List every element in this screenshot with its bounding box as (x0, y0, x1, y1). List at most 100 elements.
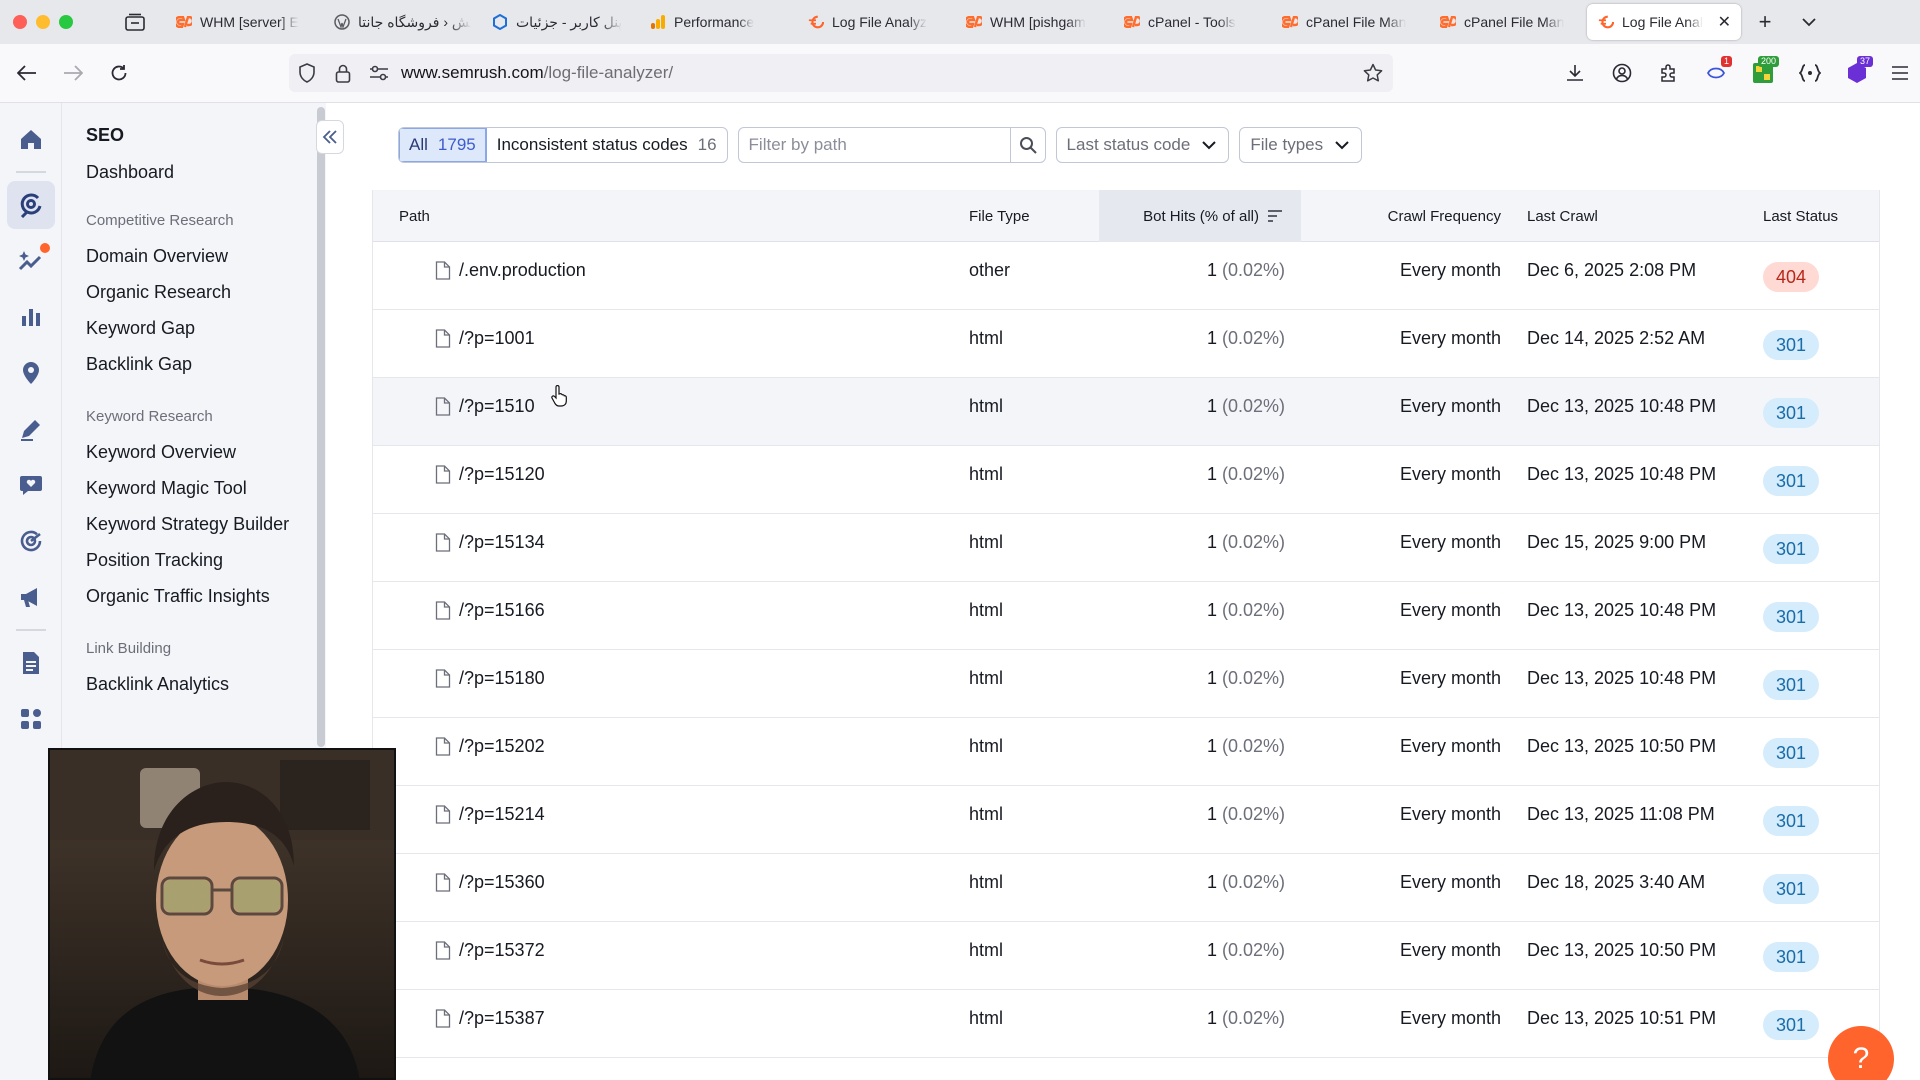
tab[interactable]: Log File Analyz (797, 4, 955, 40)
tracking-protection-shield-icon[interactable] (289, 54, 325, 92)
path-link[interactable]: /?p=15387 (459, 1008, 545, 1029)
column-header-crawl-frequency[interactable]: Crawl Frequency (1301, 190, 1501, 242)
sidebar-item-backlink-analytics[interactable]: Backlink Analytics (86, 671, 296, 697)
sidebar-item-keyword-magic-tool[interactable]: Keyword Magic Tool (86, 475, 296, 501)
sidebar-item-position-tracking[interactable]: Position Tracking (86, 547, 296, 573)
list-all-tabs-button[interactable] (1789, 0, 1829, 44)
path-cell[interactable]: /.env.production (435, 242, 586, 298)
code-extension-button[interactable] (1786, 54, 1833, 92)
rail-ai[interactable] (0, 233, 62, 289)
table-row[interactable]: /?p=15166 html 1 (0.02%) Every month Dec 13, … (373, 582, 1879, 650)
table-row[interactable]: /?p=1510 html 1 (0.02%) Every month Dec 13, 2… (373, 378, 1879, 446)
path-cell[interactable]: /?p=15134 (435, 514, 545, 570)
path-cell[interactable]: /?p=15180 (435, 650, 545, 706)
green-extension-button[interactable]: 200 (1739, 54, 1786, 92)
app-menu-button[interactable] (1880, 54, 1920, 92)
rail-local[interactable] (0, 345, 62, 401)
path-cell[interactable]: /?p=15120 (435, 446, 545, 502)
lock-icon[interactable] (325, 54, 361, 92)
path-link[interactable]: /?p=15166 (459, 600, 545, 621)
new-tab-button[interactable]: + (1741, 0, 1789, 44)
zoom-window-button[interactable] (59, 15, 73, 29)
rail-ai-visibility[interactable] (0, 457, 62, 513)
table-row[interactable]: /?p=1001 html 1 (0.02%) Every month Dec 14, 2… (373, 310, 1879, 378)
path-cell[interactable]: /?p=15360 (435, 854, 545, 910)
path-link[interactable]: /?p=15372 (459, 940, 545, 961)
table-row[interactable]: /.env.production other 1 (0.02%) Every month… (373, 242, 1879, 310)
address-bar[interactable]: www.semrush.com/log-file-analyzer/ (289, 54, 1393, 92)
filter-search-button[interactable] (1009, 127, 1046, 163)
downloads-button[interactable] (1551, 54, 1598, 92)
tab[interactable]: cPanel File Man (1271, 4, 1429, 40)
tab[interactable]: پنل کاربر - جزئیات (481, 4, 639, 40)
table-row[interactable]: /?p=15134 html 1 (0.02%) Every month Dec 15, … (373, 514, 1879, 582)
rail-content[interactable] (0, 401, 62, 457)
table-row[interactable]: /?p=15202 html 1 (0.02%) Every month Dec 13, … (373, 718, 1879, 786)
path-link[interactable]: /?p=15120 (459, 464, 545, 485)
tab[interactable]: Performance (639, 4, 797, 40)
minimize-window-button[interactable] (36, 15, 50, 29)
tab-manager-icon[interactable] (105, 0, 165, 44)
path-cell[interactable]: /?p=15214 (435, 786, 545, 842)
collapse-sidebar-button[interactable] (316, 120, 344, 154)
close-tab-icon[interactable]: ✕ (1718, 12, 1731, 32)
path-link[interactable]: /?p=15360 (459, 872, 545, 893)
column-header-path[interactable]: Path (399, 190, 430, 242)
last-status-code-dropdown[interactable]: Last status code (1055, 127, 1230, 163)
path-cell[interactable]: /?p=15372 (435, 922, 545, 978)
sidebar-item-organic-research[interactable]: Organic Research (86, 279, 296, 305)
filter-by-path-input[interactable] (737, 127, 1010, 163)
sidebar-item-backlink-gap[interactable]: Backlink Gap (86, 351, 296, 377)
sidebar-item-domain-overview[interactable]: Domain Overview (86, 243, 296, 269)
filter-inconsistent-tab[interactable]: Inconsistent status codes 16 (487, 128, 727, 162)
path-link[interactable]: /.env.production (459, 260, 586, 281)
path-link[interactable]: /?p=1001 (459, 328, 535, 349)
column-header-last-crawl[interactable]: Last Crawl (1527, 190, 1598, 242)
sidebar-item-organic-traffic-insights[interactable]: Organic Traffic Insights (86, 583, 296, 609)
sidebar-item-dashboard[interactable]: Dashboard (86, 159, 296, 185)
mail-extension-button[interactable]: 1 (1692, 54, 1739, 92)
rail-reports[interactable] (0, 635, 62, 691)
bookmark-star-icon[interactable] (1353, 54, 1393, 92)
table-row[interactable]: /?p=15120 html 1 (0.02%) Every month Dec 13, … (373, 446, 1879, 514)
path-link[interactable]: /?p=15180 (459, 668, 545, 689)
rail-advertising[interactable] (0, 569, 62, 625)
path-link[interactable]: /?p=15214 (459, 804, 545, 825)
table-row[interactable]: /?p=15214 html 1 (0.02%) Every month Dec 13, … (373, 786, 1879, 854)
rail-seo[interactable] (0, 177, 62, 233)
help-button[interactable]: ? (1828, 1026, 1894, 1080)
file-types-dropdown[interactable]: File types (1239, 127, 1363, 163)
url-text[interactable]: www.semrush.com/log-file-analyzer/ (401, 63, 673, 83)
tab[interactable]: cPanel - Tools (1113, 4, 1271, 40)
tab[interactable]: cPanel File Man (1429, 4, 1587, 40)
back-button[interactable] (4, 53, 50, 93)
path-cell[interactable]: /?p=1510 (435, 378, 535, 434)
table-row[interactable]: /?p=15360 html 1 (0.02%) Every month Dec 18, … (373, 854, 1879, 922)
path-cell[interactable]: /?p=15166 (435, 582, 545, 638)
column-header-file-type[interactable]: File Type (969, 190, 1030, 242)
column-header-bot-hits[interactable]: Bot Hits (% of all) (1099, 190, 1301, 242)
forward-button[interactable] (50, 53, 96, 93)
extensions-button[interactable] (1645, 54, 1692, 92)
rail-reputation[interactable] (0, 513, 62, 569)
tab[interactable]: WHM [pishgam (955, 4, 1113, 40)
rail-home[interactable] (0, 111, 62, 167)
table-row[interactable]: /?p=15372 html 1 (0.02%) Every month Dec 13, … (373, 922, 1879, 990)
tab[interactable]: WHM [server] E (165, 4, 323, 40)
rail-apps[interactable] (0, 691, 62, 747)
table-row[interactable]: /?p=15387 html 1 (0.02%) Every month Dec 13, … (373, 990, 1879, 1058)
site-permissions-icon[interactable] (361, 54, 397, 92)
path-link[interactable]: /?p=1510 (459, 396, 535, 417)
sidebar-scrollbar-thumb[interactable] (317, 107, 325, 747)
close-window-button[interactable] (13, 15, 27, 29)
purple-extension-button[interactable]: 37 (1833, 54, 1880, 92)
tab-active[interactable]: Log File Anal ✕ (1587, 4, 1741, 40)
rail-traffic[interactable] (0, 289, 62, 345)
path-link[interactable]: /?p=15202 (459, 736, 545, 757)
path-link[interactable]: /?p=15134 (459, 532, 545, 553)
table-row[interactable]: /?p=15180 html 1 (0.02%) Every month Dec 13, … (373, 650, 1879, 718)
path-cell[interactable]: /?p=15202 (435, 718, 545, 774)
sidebar-item-keyword-gap[interactable]: Keyword Gap (86, 315, 296, 341)
filter-all-tab[interactable]: All 1795 (399, 128, 487, 162)
path-cell[interactable]: /?p=15387 (435, 990, 545, 1046)
